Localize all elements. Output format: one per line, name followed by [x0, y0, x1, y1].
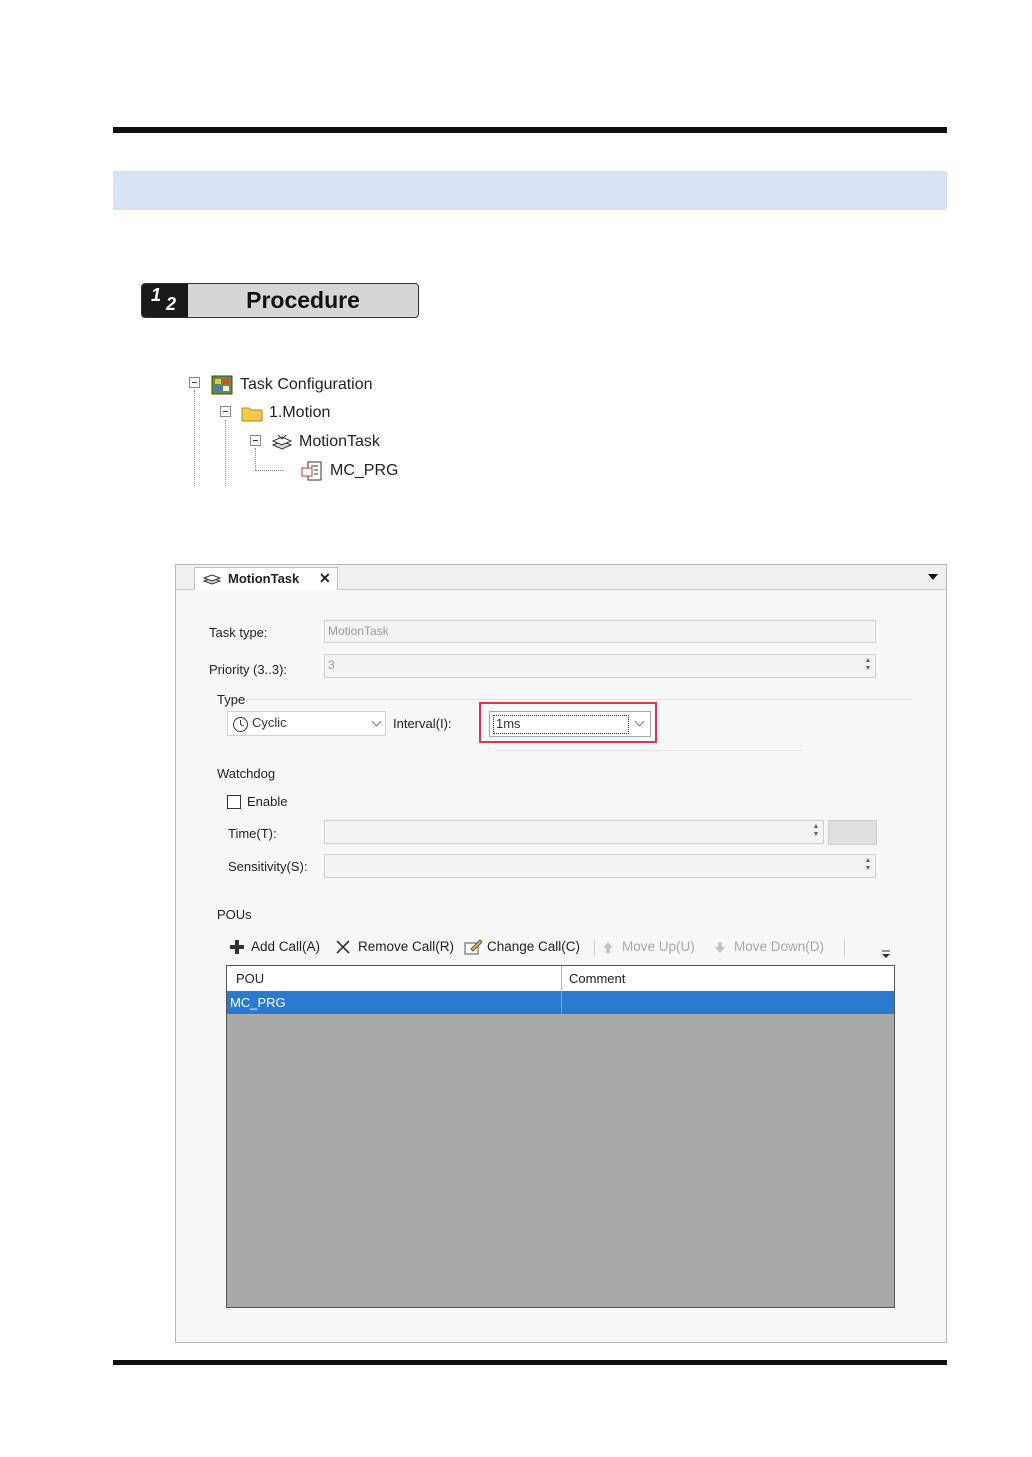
procedure-heading: 1 2 Procedure — [141, 283, 419, 318]
section-band — [113, 171, 947, 210]
watchdog-group-label: Watchdog — [217, 766, 276, 781]
column-header-comment[interactable]: Comment — [569, 971, 625, 986]
task-icon — [202, 574, 222, 585]
dropdown-arrow-icon[interactable] — [928, 574, 938, 580]
tree-folder-label: 1.Motion — [269, 404, 331, 421]
tree-root-label: Task Configuration — [240, 376, 373, 394]
table-header: POU Comment — [227, 966, 894, 992]
type-group-label: Type — [217, 692, 246, 707]
overflow-icon[interactable] — [881, 949, 891, 959]
watchdog-enable-checkbox[interactable] — [227, 795, 241, 809]
tab-label: MotionTask — [228, 571, 300, 586]
tree-node-mc-prg[interactable]: MC_PRG — [299, 460, 398, 482]
interval-value: 1ms — [496, 716, 521, 731]
collapse-icon[interactable] — [220, 406, 231, 417]
change-call-button[interactable]: Change Call(C) — [487, 939, 580, 954]
interval-label: Interval(I): — [393, 716, 452, 731]
motion-task-editor: MotionTask ✕ Task type: MotionTask Prior… — [175, 564, 947, 1343]
tree-task-label: MotionTask — [299, 433, 380, 450]
spinner-icon: ▲ ▼ — [864, 657, 872, 672]
tree-node-motion-folder[interactable]: 1.Motion — [240, 402, 330, 424]
folder-icon — [241, 407, 263, 422]
type-bottom-separator — [496, 750, 802, 751]
remove-icon — [336, 940, 350, 954]
add-call-button[interactable]: Add Call(A) — [251, 939, 320, 954]
task-configuration-icon — [211, 375, 233, 395]
procedure-badge: 1 2 — [142, 284, 188, 317]
close-icon[interactable]: ✕ — [319, 570, 331, 587]
project-tree: Task Configuration 1.Motion MotionTask M… — [185, 368, 445, 488]
spinner-icon: ▲ ▼ — [864, 857, 872, 872]
arrow-up-icon — [603, 942, 613, 953]
task-type-label: Task type: — [209, 625, 268, 640]
program-icon — [301, 461, 322, 481]
move-up-button[interactable]: Move Up(U) — [622, 939, 695, 954]
pous-group-label: POUs — [217, 907, 252, 922]
time-field: ▲ ▼ — [324, 820, 824, 844]
time-unit-button — [828, 820, 877, 845]
priority-label: Priority (3..3): — [209, 662, 288, 677]
interval-select[interactable]: 1ms — [489, 711, 651, 737]
task-icon — [271, 434, 293, 450]
tab-motion-task[interactable]: MotionTask ✕ — [194, 567, 338, 590]
procedure-badge-two: 2 — [166, 294, 177, 314]
priority-value: 3 — [328, 658, 335, 672]
arrow-down-icon — [715, 942, 725, 953]
collapse-icon[interactable] — [250, 435, 261, 446]
table-row[interactable]: MC_PRG — [227, 991, 894, 1014]
procedure-badge-one: 1 — [151, 285, 162, 305]
edit-icon — [464, 939, 482, 955]
toolbar-separator — [844, 940, 845, 956]
bottom-rule — [113, 1360, 947, 1365]
clock-icon — [233, 717, 248, 732]
task-type-field: MotionTask — [324, 620, 876, 643]
sensitivity-label: Sensitivity(S): — [228, 859, 308, 874]
collapse-icon[interactable] — [189, 377, 200, 388]
tab-bar: MotionTask ✕ — [176, 565, 946, 590]
priority-field: 3 ▲ ▼ — [324, 654, 876, 678]
pou-table: POU Comment MC_PRG — [226, 965, 895, 1308]
tree-node-task-configuration[interactable]: Task Configuration — [209, 374, 373, 396]
spinner-icon: ▲ ▼ — [812, 823, 820, 838]
move-down-button[interactable]: Move Down(D) — [734, 939, 824, 954]
interval-value-box: 1ms — [493, 715, 629, 734]
remove-call-button[interactable]: Remove Call(R) — [358, 939, 454, 954]
type-separator — [236, 699, 912, 700]
chevron-down-icon — [371, 716, 382, 727]
toolbar-separator — [594, 940, 595, 956]
column-separator — [561, 991, 562, 1014]
tree-node-motion-task[interactable]: MotionTask — [270, 431, 380, 453]
sensitivity-field: ▲ ▼ — [324, 854, 876, 878]
watchdog-enable-label: Enable — [247, 794, 288, 809]
task-type-value: MotionTask — [328, 624, 389, 638]
top-rule — [113, 127, 947, 133]
column-separator — [561, 966, 562, 991]
chevron-down-icon — [634, 716, 645, 727]
tree-program-label: MC_PRG — [330, 462, 399, 480]
add-icon — [230, 940, 244, 954]
time-label: Time(T): — [228, 826, 277, 841]
type-select[interactable]: Cyclic — [227, 711, 386, 736]
column-header-pou[interactable]: POU — [236, 971, 264, 986]
procedure-label: Procedure — [246, 287, 360, 313]
row-pou-cell: MC_PRG — [230, 995, 286, 1010]
type-value: Cyclic — [252, 715, 287, 730]
